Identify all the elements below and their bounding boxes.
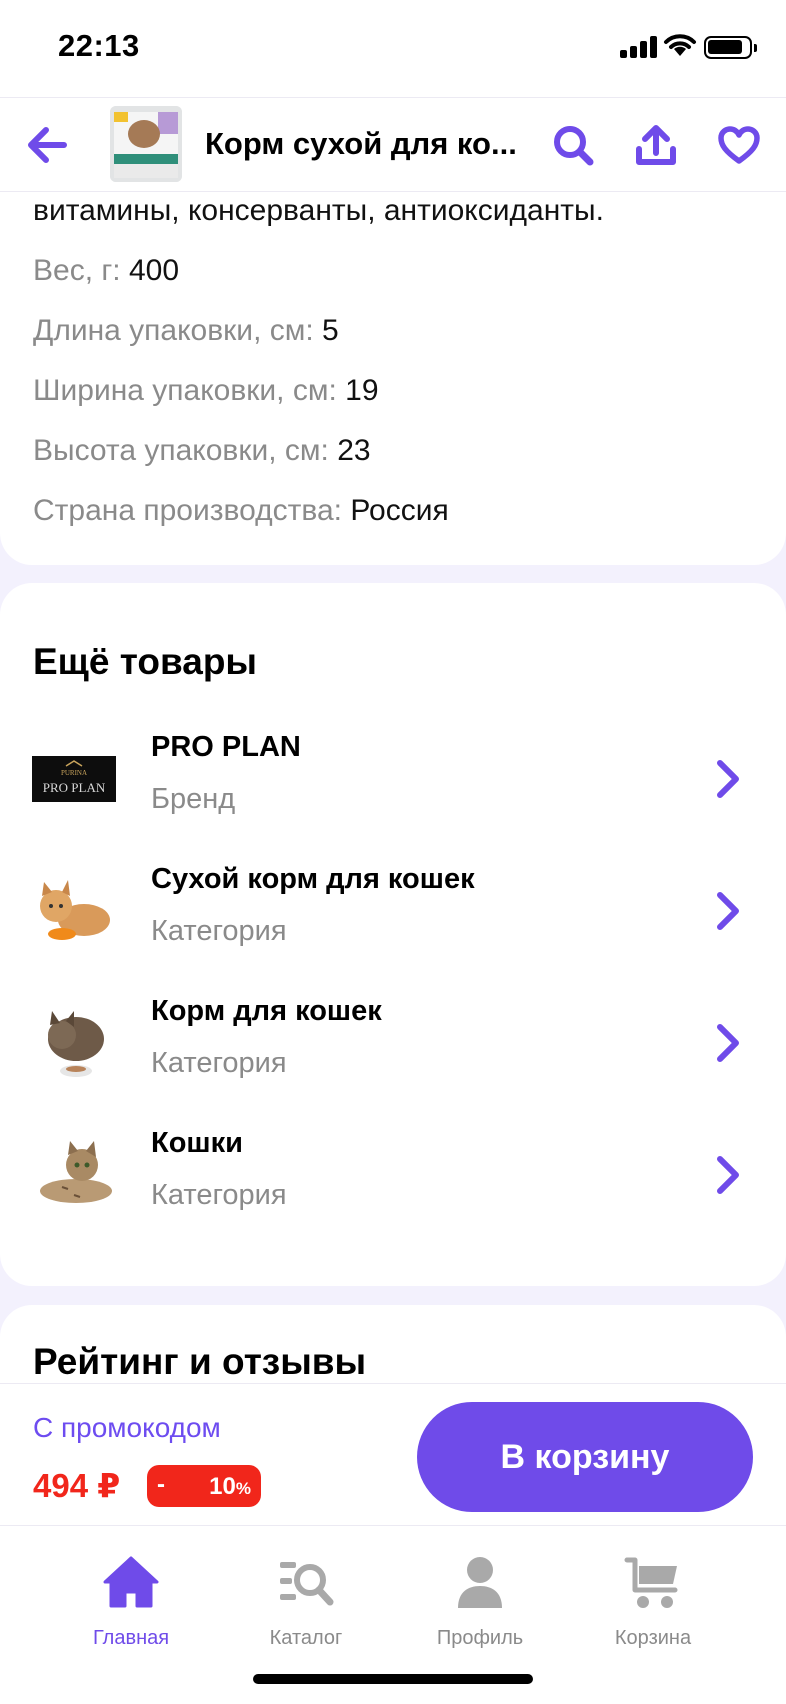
category-image — [30, 1137, 118, 1213]
chevron-right-icon — [717, 892, 739, 930]
more-item-title: PRO PLAN — [151, 731, 301, 763]
more-item-subtitle: Бренд — [151, 783, 236, 815]
spec-value: 23 — [337, 434, 371, 467]
wifi-icon — [664, 34, 696, 56]
arrow-left-icon — [28, 127, 67, 163]
tab-catalog[interactable]: Каталог — [226, 1554, 386, 1650]
brand-logo-top-text: PURINA — [61, 769, 87, 777]
cellular-signal-icon — [620, 36, 660, 58]
product-header: Корм сухой для ко... — [0, 97, 786, 192]
discount-value: 10 — [209, 1473, 236, 1500]
discount-badge: - 10% — [147, 1465, 261, 1507]
category-image — [30, 873, 118, 949]
home-indicator — [253, 1674, 533, 1684]
brand-logo: PURINA PRO PLAN — [30, 741, 118, 817]
reviews-title: Рейтинг и отзывы — [33, 1341, 367, 1382]
more-item-brand[interactable]: PURINA PRO PLAN PRO PLAN Бренд — [0, 723, 786, 835]
spec-value: 400 — [129, 254, 180, 287]
status-time: 22:13 — [58, 28, 140, 63]
spec-value: 19 — [345, 374, 379, 407]
chevron-right-icon — [717, 1156, 739, 1194]
more-item-title: Сухой корм для кошек — [151, 863, 475, 895]
more-item-category[interactable]: Сухой корм для кошек Категория — [0, 855, 786, 967]
spec-row-length: Длина упаковки, см: 5 — [33, 314, 339, 348]
spec-key: Длина упаковки, см: — [33, 314, 314, 347]
cart-icon — [624, 1557, 678, 1608]
product-thumbnail — [110, 106, 182, 182]
tab-label: Профиль — [436, 1627, 524, 1649]
discount-minus: - — [157, 1471, 165, 1498]
tab-cart[interactable]: Корзина — [573, 1554, 733, 1650]
share-button[interactable] — [631, 120, 681, 170]
spec-row-width: Ширина упаковки, см: 19 — [33, 374, 379, 408]
spec-composition-tail: витамины, консерванты, антиоксиданты. — [33, 194, 604, 227]
back-button[interactable] — [22, 120, 72, 170]
spec-key: Ширина упаковки, см: — [33, 374, 337, 407]
product-specs: витамины, консерванты, антиоксиданты. Ве… — [0, 192, 786, 565]
more-item-subtitle: Категория — [151, 1179, 287, 1211]
profile-icon — [458, 1557, 502, 1608]
tab-label: Каталог — [269, 1627, 343, 1649]
discount-percent-sign: % — [235, 1479, 251, 1498]
spec-key: Страна производства: — [33, 494, 342, 527]
spec-key: Вес, г: — [33, 254, 121, 287]
more-item-category[interactable]: Корм для кошек Категория — [0, 987, 786, 1099]
page-title: Корм сухой для ко... — [205, 126, 517, 161]
search-icon — [554, 126, 594, 166]
chevron-right-icon — [717, 1024, 739, 1062]
spec-row-weight: Вес, г: 400 — [33, 254, 179, 288]
share-icon — [636, 125, 676, 165]
search-button[interactable] — [548, 120, 598, 170]
favorite-button[interactable] — [714, 120, 764, 170]
buy-bar: С промокодом 494 ₽ - 10% В корзину — [0, 1383, 786, 1525]
spec-key: Высота упаковки, см: — [33, 434, 329, 467]
more-item-category[interactable]: Кошки Категория — [0, 1119, 786, 1231]
promo-label: С промокодом — [33, 1412, 221, 1443]
add-to-cart-button[interactable]: В корзину — [417, 1402, 753, 1512]
tab-label: Главная — [92, 1627, 170, 1649]
more-item-title: Корм для кошек — [151, 995, 382, 1027]
more-item-title: Кошки — [151, 1127, 243, 1159]
more-item-subtitle: Категория — [151, 915, 287, 947]
tab-home[interactable]: Главная — [51, 1554, 211, 1650]
home-icon — [103, 1556, 159, 1608]
more-goods-section: Ещё товары PURINA PRO PLAN PRO PLAN Брен… — [0, 583, 786, 1286]
spec-row-height: Высота упаковки, см: 23 — [33, 434, 371, 468]
heart-icon — [718, 126, 760, 164]
spec-value: 5 — [322, 314, 339, 347]
spec-row-country: Страна производства: Россия — [33, 494, 449, 528]
status-bar: 22:13 — [0, 0, 786, 97]
more-goods-title: Ещё товары — [33, 641, 258, 682]
spec-value: Россия — [350, 494, 449, 527]
battery-icon — [704, 36, 757, 59]
more-item-subtitle: Категория — [151, 1047, 287, 1079]
brand-logo-text: PRO PLAN — [43, 780, 106, 795]
tab-profile[interactable]: Профиль — [400, 1554, 560, 1650]
price: 494 ₽ — [33, 1467, 121, 1504]
category-image — [30, 1005, 118, 1081]
catalog-search-icon — [280, 1562, 334, 1606]
tab-label: Корзина — [614, 1627, 692, 1649]
chevron-right-icon — [717, 760, 739, 798]
